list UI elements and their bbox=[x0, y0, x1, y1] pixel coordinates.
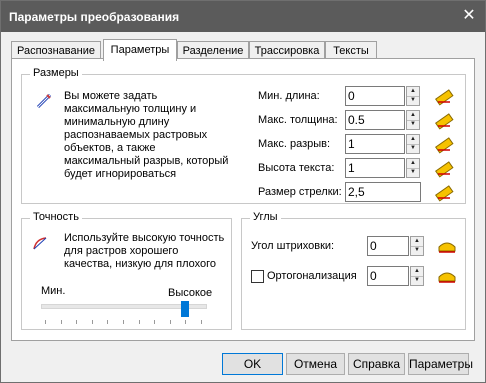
hatch-angle-spinner[interactable]: ▲ ▼ bbox=[410, 236, 424, 256]
spin-down-icon[interactable]: ▼ bbox=[411, 276, 423, 285]
description-line: Вы можете задать bbox=[64, 90, 158, 102]
accuracy-legend: Точность bbox=[30, 211, 82, 223]
text-height-spinner[interactable]: ▲ ▼ bbox=[406, 158, 420, 178]
max-gap-label: Макс. разрыв: bbox=[258, 138, 331, 150]
ortho-angle-spinner[interactable]: ▲ ▼ bbox=[410, 266, 424, 286]
slider-tick bbox=[154, 320, 155, 324]
slider-tick bbox=[45, 320, 46, 324]
measure-pick-icon[interactable] bbox=[434, 134, 454, 154]
max-gap-spinner[interactable]: ▲ ▼ bbox=[406, 134, 420, 154]
angle-pick-icon[interactable] bbox=[437, 236, 457, 256]
accuracy-description: Используйте высокую точность для растров… bbox=[64, 232, 224, 271]
close-icon: ✕ bbox=[462, 7, 476, 24]
description-line: для растров хорошего bbox=[64, 245, 179, 257]
arrow-size-label: Размер стрелки: bbox=[258, 186, 342, 198]
max-thickness-label: Макс. толщина: bbox=[258, 114, 338, 126]
parameters-button[interactable]: Параметры bbox=[408, 353, 473, 375]
slider-tick bbox=[76, 320, 77, 324]
angles-group: Углы Угол штриховки: 0 ▲ ▼ Ортогонализаци… bbox=[241, 211, 466, 330]
dialog-window: Параметры преобразования ✕ Распознавание… bbox=[0, 0, 486, 383]
max-thickness-input[interactable]: 0.5 bbox=[345, 110, 405, 130]
slider-tick bbox=[92, 320, 93, 324]
description-line: объектов, а также bbox=[64, 142, 156, 154]
ortho-checkbox[interactable] bbox=[251, 270, 264, 283]
spin-down-icon[interactable]: ▼ bbox=[407, 168, 419, 177]
spin-down-icon[interactable]: ▼ bbox=[407, 144, 419, 153]
measure-pick-icon[interactable] bbox=[434, 158, 454, 178]
description-line: максимальный разрыв, который bbox=[64, 155, 229, 167]
spin-down-icon[interactable]: ▼ bbox=[407, 120, 419, 129]
measure-pick-icon[interactable] bbox=[434, 182, 454, 202]
tab-label: Распознавание bbox=[17, 45, 95, 57]
ok-button[interactable]: OK bbox=[222, 353, 283, 375]
sizes-group: Размеры Вы можете задать максимальную то… bbox=[21, 67, 466, 204]
slider-tick bbox=[123, 320, 124, 324]
angles-legend: Углы bbox=[250, 211, 281, 223]
pen-icon bbox=[36, 93, 52, 109]
tab-label: Параметры bbox=[110, 44, 170, 56]
tab-separation[interactable]: Разделение bbox=[177, 41, 249, 59]
measure-pick-icon[interactable] bbox=[434, 110, 454, 130]
max-gap-input[interactable]: 1 bbox=[345, 134, 405, 154]
tab-tracing[interactable]: Трассировка bbox=[249, 41, 325, 59]
sizes-legend: Размеры bbox=[30, 67, 82, 79]
description-line: качества, низкую для плохого bbox=[64, 258, 216, 270]
slider-tick bbox=[139, 320, 140, 324]
slider-tick bbox=[61, 320, 62, 324]
help-button[interactable]: Справка bbox=[348, 353, 405, 375]
description-line: будет игнорироваться bbox=[64, 168, 177, 180]
measure-pick-icon[interactable] bbox=[434, 86, 454, 106]
arrow-size-input[interactable]: 2,5 bbox=[345, 182, 421, 202]
text-height-input[interactable]: 1 bbox=[345, 158, 405, 178]
tab-recognition[interactable]: Распознавание bbox=[11, 41, 101, 59]
min-length-spinner[interactable]: ▲ ▼ bbox=[406, 86, 420, 106]
tab-texts[interactable]: Тексты bbox=[325, 41, 377, 59]
tab-label: Трассировка bbox=[254, 45, 320, 57]
hatch-angle-label: Угол штриховки: bbox=[251, 240, 335, 252]
title-bar[interactable]: Параметры преобразования ✕ bbox=[1, 1, 485, 32]
arc-icon bbox=[33, 237, 47, 250]
spin-down-icon[interactable]: ▼ bbox=[411, 246, 423, 255]
text-height-label: Высота текста: bbox=[258, 162, 335, 174]
slider-value-label: Высокое bbox=[168, 287, 213, 299]
tab-panel-parameters: Размеры Вы можете задать максимальную то… bbox=[11, 58, 475, 341]
window-title: Параметры преобразования bbox=[9, 10, 180, 24]
description-line: распознаваемых растровых bbox=[64, 129, 208, 141]
ortho-label: Ортогонализация bbox=[267, 270, 357, 282]
tab-parameters[interactable]: Параметры bbox=[103, 39, 177, 61]
tab-label: Тексты bbox=[333, 45, 369, 57]
hatch-angle-input[interactable]: 0 bbox=[367, 236, 409, 256]
slider-tick bbox=[170, 320, 171, 324]
description-line: максимальную толщину и bbox=[64, 103, 197, 115]
max-thickness-spinner[interactable]: ▲ ▼ bbox=[406, 110, 420, 130]
description-line: минимальную длину bbox=[64, 116, 170, 128]
cancel-button[interactable]: Отмена bbox=[286, 353, 345, 375]
slider-thumb[interactable] bbox=[181, 301, 189, 317]
spin-down-icon[interactable]: ▼ bbox=[407, 96, 419, 105]
tab-label: Разделение bbox=[182, 45, 244, 57]
close-button[interactable]: ✕ bbox=[459, 6, 479, 26]
slider-min-label: Мин. bbox=[41, 285, 66, 297]
slider-tick bbox=[201, 320, 202, 324]
accuracy-group: Точность Используйте высокую точность дл… bbox=[21, 211, 232, 330]
min-length-input[interactable]: 0 bbox=[345, 86, 405, 106]
angle-pick-icon[interactable] bbox=[437, 266, 457, 286]
accuracy-slider[interactable] bbox=[41, 301, 207, 327]
sizes-description: Вы можете задать максимальную толщину и … bbox=[64, 90, 228, 181]
slider-tick bbox=[107, 320, 108, 324]
min-length-label: Мин. длина: bbox=[258, 90, 320, 102]
ortho-angle-input[interactable]: 0 bbox=[367, 266, 409, 286]
description-line: Используйте высокую точность bbox=[64, 232, 225, 244]
slider-tick bbox=[185, 320, 186, 324]
